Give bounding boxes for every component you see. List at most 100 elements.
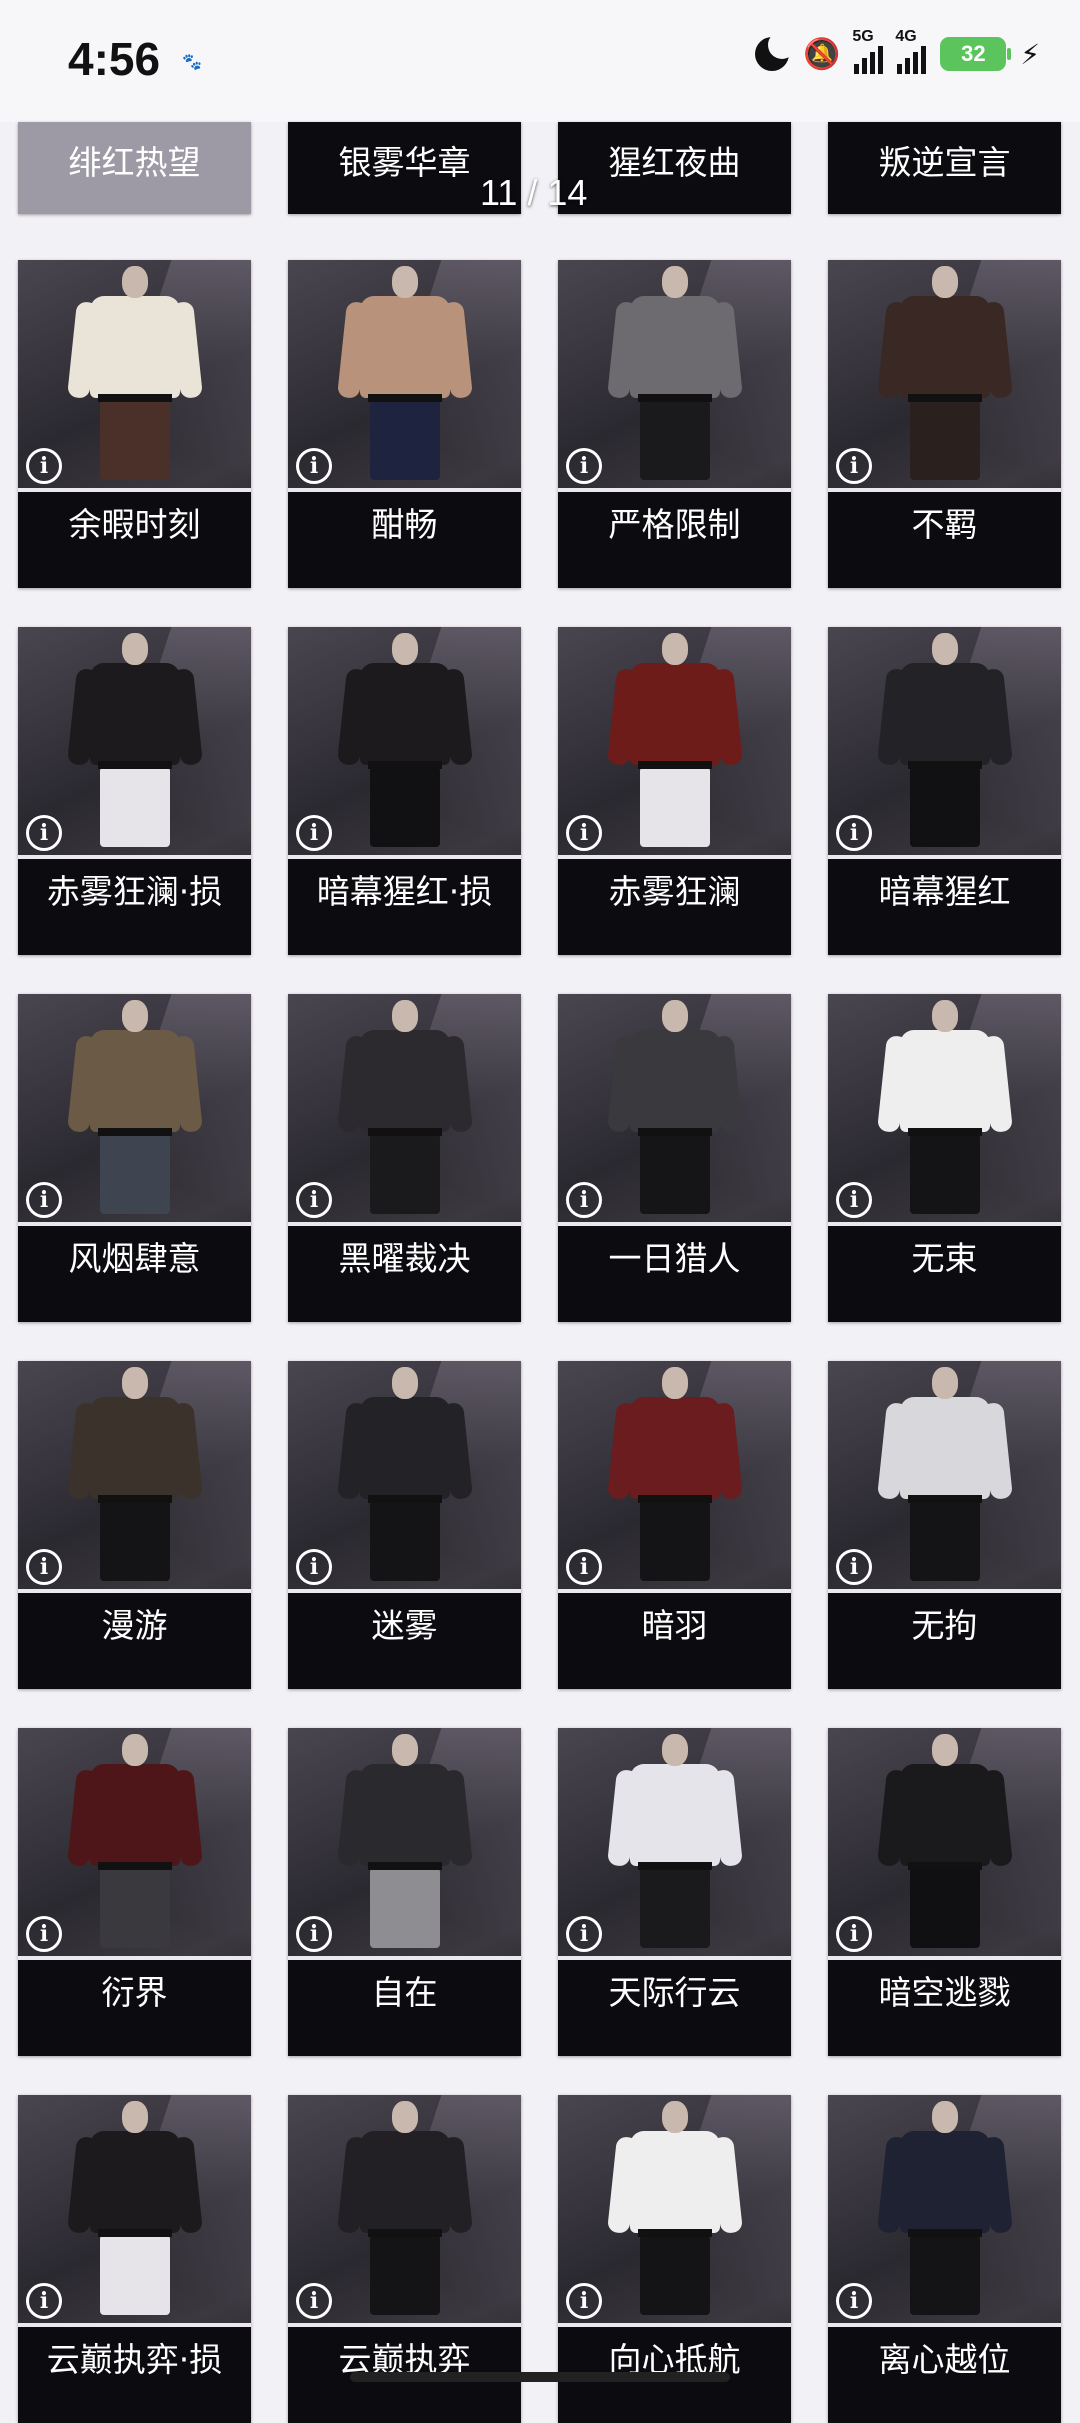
outfit-model-image <box>876 1734 1013 1948</box>
outfit-model-image <box>66 2101 203 2315</box>
outfit-name: 无拘 <box>828 1593 1061 1689</box>
outfit-model-image <box>66 1000 203 1214</box>
outfit-model-image <box>336 2101 473 2315</box>
outfit-model-image <box>66 266 203 480</box>
outfit-name: 暗空逃戮 <box>828 1960 1061 2056</box>
info-icon[interactable]: i <box>566 2283 602 2319</box>
outfit-card[interactable]: 绯红热望 <box>18 122 251 214</box>
signal-5g-icon: 5G <box>852 28 884 74</box>
info-icon[interactable]: i <box>296 1549 332 1585</box>
outfit-model-image <box>66 633 203 847</box>
outfit-name: 余暇时刻 <box>18 492 251 588</box>
outfit-model-image <box>876 1000 1013 1214</box>
info-icon[interactable]: i <box>566 1182 602 1218</box>
battery-level: 32 <box>961 41 986 66</box>
outfit-card[interactable]: i 赤雾狂澜 <box>558 627 791 955</box>
info-icon[interactable]: i <box>836 2283 872 2319</box>
outfit-model-image <box>876 633 1013 847</box>
outfit-name: 迷雾 <box>288 1593 521 1689</box>
outfit-name: 衍界 <box>18 1960 251 2056</box>
outfit-card[interactable]: i 无拘 <box>828 1361 1061 1689</box>
outfit-card[interactable]: i 风烟肆意 <box>18 994 251 1322</box>
outfit-card[interactable]: i 黑曜裁决 <box>288 994 521 1322</box>
outfit-model-image <box>876 2101 1013 2315</box>
outfit-card[interactable]: i 云巅执弈·损 <box>18 2095 251 2423</box>
outfit-name: 天际行云 <box>558 1960 791 2056</box>
mute-bell-icon: 🔕 <box>802 36 841 72</box>
outfit-model-image <box>606 633 743 847</box>
outfit-card[interactable]: i 衍界 <box>18 1728 251 2056</box>
outfit-name: 自在 <box>288 1960 521 2056</box>
outfit-card[interactable]: i 离心越位 <box>828 2095 1061 2423</box>
info-icon[interactable]: i <box>836 1182 872 1218</box>
battery-icon: 32 <box>940 37 1012 71</box>
outfit-card[interactable]: i 暗幕猩红 <box>828 627 1061 955</box>
outfit-name: 赤雾狂澜 <box>558 859 791 955</box>
outfit-model-image <box>876 1367 1013 1581</box>
outfit-name: 漫游 <box>18 1593 251 1689</box>
outfit-name: 猩红夜曲 <box>558 122 791 214</box>
info-icon[interactable]: i <box>836 448 872 484</box>
info-icon[interactable]: i <box>566 448 602 484</box>
outfit-card[interactable]: i 不羁 <box>828 260 1061 588</box>
outfit-model-image <box>606 266 743 480</box>
outfit-model-image <box>606 2101 743 2315</box>
outfit-card[interactable]: i 漫游 <box>18 1361 251 1689</box>
info-icon[interactable]: i <box>296 448 332 484</box>
info-icon[interactable]: i <box>836 815 872 851</box>
outfit-card[interactable]: i 暗幕猩红·损 <box>288 627 521 955</box>
info-icon[interactable]: i <box>26 448 62 484</box>
status-bar: 4:56 🐾 🔕 5G 4G 32 ⚡ <box>0 0 1080 122</box>
info-icon[interactable]: i <box>26 1916 62 1952</box>
outfit-card[interactable]: i 严格限制 <box>558 260 791 588</box>
outfit-card[interactable]: 叛逆宣言 <box>828 122 1061 214</box>
outfit-card[interactable]: i 一日猎人 <box>558 994 791 1322</box>
outfit-model-image <box>606 1367 743 1581</box>
notification-icon: 🐾 <box>182 52 202 71</box>
outfit-card[interactable]: i 自在 <box>288 1728 521 2056</box>
outfit-name: 黑曜裁决 <box>288 1226 521 1322</box>
info-icon[interactable]: i <box>26 1549 62 1585</box>
outfit-model-image <box>606 1000 743 1214</box>
info-icon[interactable]: i <box>26 815 62 851</box>
signal-4g-icon: 4G <box>895 28 927 74</box>
info-icon[interactable]: i <box>836 1916 872 1952</box>
outfit-name: 叛逆宣言 <box>828 122 1061 214</box>
info-icon[interactable]: i <box>566 1549 602 1585</box>
info-icon[interactable]: i <box>566 815 602 851</box>
info-icon[interactable]: i <box>26 2283 62 2319</box>
dnd-moon-icon <box>754 31 796 71</box>
info-icon[interactable]: i <box>26 1182 62 1218</box>
outfit-name: 风烟肆意 <box>18 1226 251 1322</box>
outfit-name: 暗幕猩红 <box>828 859 1061 955</box>
outfit-card[interactable]: i 余暇时刻 <box>18 260 251 588</box>
outfit-card[interactable]: i 暗羽 <box>558 1361 791 1689</box>
info-icon[interactable]: i <box>836 1549 872 1585</box>
outfit-card[interactable]: i 天际行云 <box>558 1728 791 2056</box>
info-icon[interactable]: i <box>296 815 332 851</box>
outfit-name: 暗幕猩红·损 <box>288 859 521 955</box>
outfit-model-image <box>336 1000 473 1214</box>
outfit-name: 离心越位 <box>828 2327 1061 2423</box>
outfit-model-image <box>336 633 473 847</box>
clock: 4:56 <box>68 33 161 85</box>
outfit-card[interactable]: i 酣畅 <box>288 260 521 588</box>
home-indicator[interactable] <box>350 2372 730 2382</box>
info-icon[interactable]: i <box>566 1916 602 1952</box>
outfit-name: 暗羽 <box>558 1593 791 1689</box>
outfit-model-image <box>66 1734 203 1948</box>
outfit-model-image <box>606 1734 743 1948</box>
info-icon[interactable]: i <box>296 1182 332 1218</box>
outfit-card[interactable]: i 暗空逃戮 <box>828 1728 1061 2056</box>
outfit-name: 不羁 <box>828 492 1061 588</box>
info-icon[interactable]: i <box>296 2283 332 2319</box>
outfit-card[interactable]: i 赤雾狂澜·损 <box>18 627 251 955</box>
outfit-card[interactable]: i 无束 <box>828 994 1061 1322</box>
info-icon[interactable]: i <box>296 1916 332 1952</box>
outfit-name: 赤雾狂澜·损 <box>18 859 251 955</box>
outfit-model-image <box>336 266 473 480</box>
outfit-name: 严格限制 <box>558 492 791 588</box>
outfit-name: 无束 <box>828 1226 1061 1322</box>
outfit-card[interactable]: 猩红夜曲 <box>558 122 791 214</box>
outfit-card[interactable]: i 迷雾 <box>288 1361 521 1689</box>
